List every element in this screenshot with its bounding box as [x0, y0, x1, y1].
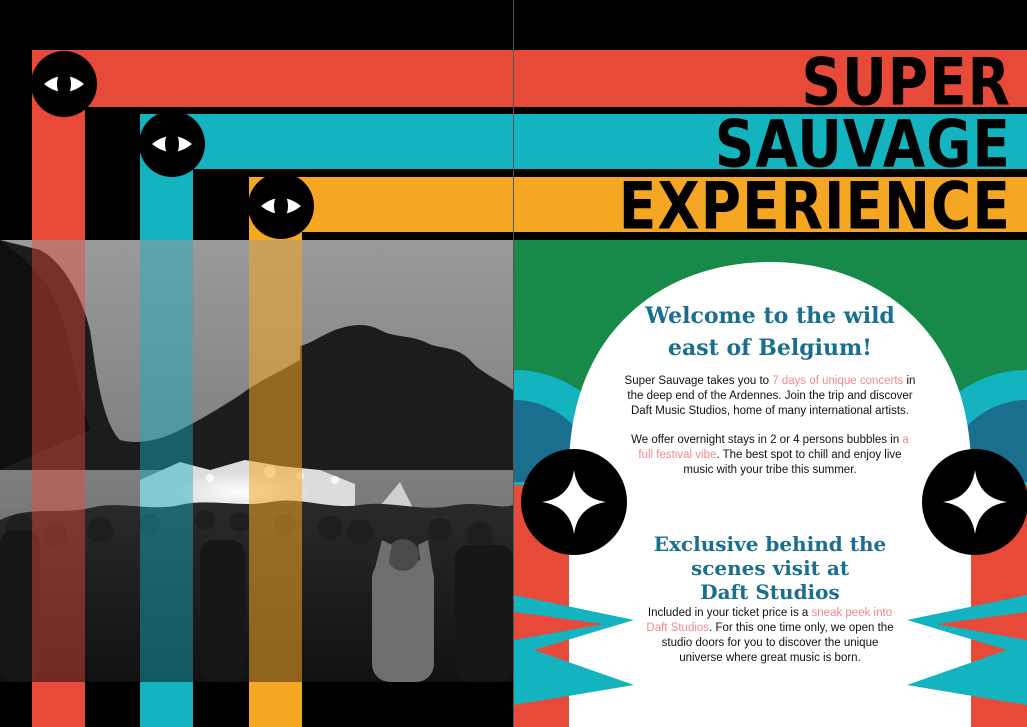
yellow-stripe-bottom	[249, 682, 302, 727]
exclusive-heading-line-1: Exclusive behind the	[653, 532, 887, 556]
welcome-paragraph-2: We offer overnight stays in 2 or 4 perso…	[624, 433, 916, 478]
red-overlay-stripe	[32, 240, 85, 682]
welcome-heading-line-1: Welcome to the wild	[645, 303, 895, 329]
sparkle-star-icon	[521, 449, 627, 555]
eye-icon	[31, 51, 97, 117]
eye-icon	[248, 173, 314, 239]
exclusive-heading-line-2: scenes visit at	[690, 556, 850, 580]
left-page-graphics	[0, 50, 513, 727]
left-page	[0, 0, 513, 727]
exclusive-paragraph: Included in your ticket price is a sneak…	[644, 606, 896, 666]
welcome-p1-highlight: 7 days of unique concerts	[772, 375, 904, 387]
red-stripe-bottom	[32, 682, 85, 727]
welcome-p2-text-end: . The best spot to chill and enjoy live …	[683, 449, 902, 476]
right-page: SUPER SAUVAGE EXPERIENCE Welcome to the …	[514, 0, 1027, 727]
welcome-section: Welcome to the wild east of Belgium! Sup…	[624, 300, 916, 478]
teal-overlay-stripe	[140, 240, 193, 682]
welcome-heading-line-2: east of Belgium!	[668, 335, 872, 361]
title-line-3: EXPERIENCE	[618, 168, 1011, 244]
teal-stripe-bottom	[140, 682, 193, 727]
exclusive-section: Exclusive behind the scenes visit at Daf…	[644, 532, 896, 666]
sparkle-star-icon	[922, 449, 1027, 555]
eye-icon	[139, 111, 205, 177]
welcome-paragraph-1: Super Sauvage takes you to 7 days of uni…	[624, 374, 916, 419]
exclusive-heading-line-3: Daft Studios	[700, 580, 840, 604]
red-stripe-horizontal	[32, 50, 513, 107]
yellow-overlay-stripe	[249, 240, 302, 682]
welcome-p2-text: We offer overnight stays in 2 or 4 perso…	[631, 434, 903, 446]
exclusive-text: Included in your ticket price is a	[647, 607, 812, 619]
welcome-p1-text: Super Sauvage takes you to	[624, 375, 773, 387]
